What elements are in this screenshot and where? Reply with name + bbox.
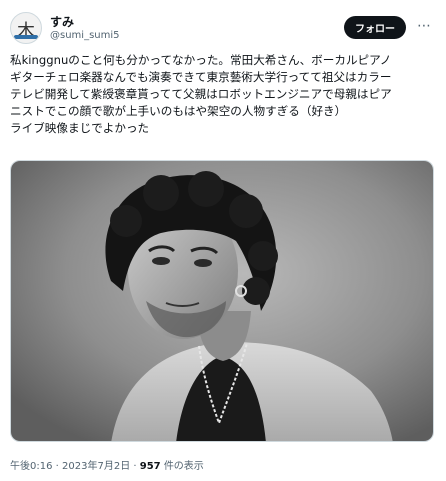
user-handle[interactable]: @sumi_sumi5	[50, 30, 120, 41]
follow-button[interactable]: フォロー	[344, 16, 406, 39]
more-horizontal-icon[interactable]: ⋯	[414, 16, 434, 36]
views-label: 件の表示	[163, 461, 204, 472]
display-name[interactable]: すみ	[50, 13, 74, 30]
tweet-meta: 午後0:16 · 2023年7月2日 · 957 件の表示	[10, 457, 204, 472]
portrait-photo	[11, 161, 433, 441]
tweet-text: 私kinggnuのこと何も分かってなかった。常田大希さん、ボーカルピアノ ギター…	[10, 53, 392, 135]
views-count: 957	[139, 461, 161, 472]
avatar-base-shape	[14, 35, 38, 39]
avatar[interactable]: 木	[10, 12, 42, 44]
tweet-date[interactable]: 2023年7月2日	[62, 461, 130, 472]
tweet-header: 木 すみ @sumi_sumi5 フォロー ⋯	[10, 12, 436, 46]
avatar-tree-glyph: 木	[17, 21, 35, 42]
tweet-time[interactable]: 午後0:16	[10, 461, 52, 472]
tweet-photo[interactable]	[10, 160, 434, 442]
